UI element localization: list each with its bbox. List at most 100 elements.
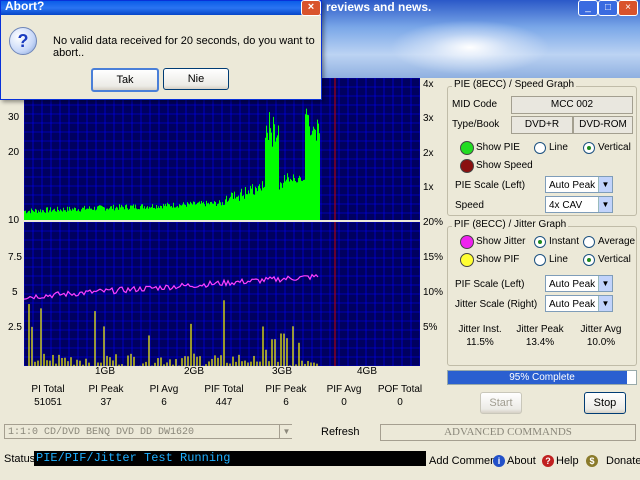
speed-value: 4x CAV bbox=[549, 200, 583, 211]
advanced-commands-select[interactable]: ADVANCED COMMANDS bbox=[380, 424, 636, 441]
speed-select[interactable]: 4x CAV ▼ bbox=[545, 196, 613, 213]
instant-label: Instant bbox=[549, 236, 580, 247]
pie-scale-value: Auto Peak bbox=[549, 180, 596, 191]
progress-text: 95% Complete bbox=[509, 372, 575, 383]
dialog-message: No valid data received for 20 seconds, d… bbox=[53, 35, 315, 59]
banner-title: reviews and news. bbox=[326, 0, 432, 14]
stat-value: 51051 bbox=[34, 397, 62, 408]
pie-vertical-radio[interactable] bbox=[583, 142, 595, 154]
show-jitter-label[interactable]: Show Jitter bbox=[476, 236, 525, 247]
pif-vertical-radio[interactable] bbox=[583, 254, 595, 266]
speed-color-swatch[interactable] bbox=[460, 159, 474, 173]
average-label: Average bbox=[598, 236, 636, 247]
pie-line-radio[interactable] bbox=[534, 142, 546, 154]
pif-y-tick: 5 bbox=[12, 287, 18, 298]
speed-y-tick: 2x bbox=[423, 148, 434, 159]
x-tick: 1GB bbox=[95, 366, 116, 377]
start-button[interactable]: Start bbox=[480, 392, 522, 414]
pif-line-label: Line bbox=[549, 254, 568, 265]
stat-value: 6 bbox=[283, 397, 289, 408]
jitter-inst-value: 11.5% bbox=[466, 337, 494, 348]
pie-y-tick: 20 bbox=[8, 147, 20, 158]
stat-label: POF Total bbox=[377, 384, 423, 395]
speed-label: Speed bbox=[455, 200, 484, 211]
pif-line-radio[interactable] bbox=[534, 254, 546, 266]
close-icon[interactable]: × bbox=[618, 0, 638, 16]
stat-value: 447 bbox=[215, 397, 233, 408]
help-link[interactable]: Help bbox=[556, 455, 579, 467]
stat-value: 6 bbox=[161, 397, 167, 408]
jitter-line bbox=[24, 273, 319, 300]
refresh-button[interactable]: Refresh bbox=[321, 426, 360, 438]
drive-value: 1:1:0 CD/DVD BENQ DVD DD DW1620 bbox=[8, 427, 195, 438]
advanced-value: ADVANCED COMMANDS bbox=[444, 426, 572, 438]
jitter-peak-label: Jitter Peak bbox=[516, 324, 564, 335]
add-comment-link[interactable]: Add Comment bbox=[429, 455, 499, 467]
show-speed-label[interactable]: Show Speed bbox=[476, 160, 533, 171]
show-pif-label[interactable]: Show PIF bbox=[476, 254, 519, 265]
donate-icon[interactable]: $ bbox=[586, 455, 598, 467]
close-icon[interactable]: × bbox=[301, 0, 321, 16]
info-icon[interactable]: i bbox=[493, 455, 505, 467]
mid-code-label: MID Code bbox=[452, 99, 498, 110]
stat-label: PI Avg bbox=[149, 384, 179, 395]
pie-group-title: PIE (8ECC) / Speed Graph bbox=[452, 79, 577, 90]
stat-value: 0 bbox=[341, 397, 347, 408]
chevron-down-icon: ▼ bbox=[598, 296, 612, 311]
abort-dialog: Abort? × ? No valid data received for 20… bbox=[0, 0, 322, 100]
about-link[interactable]: About bbox=[507, 455, 536, 467]
pif-vertical-label: Vertical bbox=[598, 254, 631, 265]
pif-y-tick: 2.5 bbox=[8, 322, 22, 333]
progress-bar: 95% Complete bbox=[447, 370, 637, 385]
x-tick: 2GB bbox=[184, 366, 205, 377]
jitter-inst-label: Jitter Inst. bbox=[458, 324, 502, 335]
show-pie-label[interactable]: Show PIE bbox=[476, 142, 520, 153]
pie-y-tick: 30 bbox=[8, 112, 20, 123]
pif-color-swatch[interactable] bbox=[460, 253, 474, 267]
instant-radio[interactable] bbox=[534, 236, 546, 248]
speed-y-tick: 4x bbox=[423, 79, 434, 90]
pif-graph bbox=[24, 222, 420, 366]
jitter-peak-value: 13.4% bbox=[525, 337, 555, 348]
status-label: Status bbox=[4, 453, 36, 465]
jitter-avg-value: 10.0% bbox=[586, 337, 616, 348]
mid-code-value: MCC 002 bbox=[511, 96, 633, 114]
jitter-scale-select[interactable]: Auto Peak ▼ bbox=[545, 295, 613, 312]
pif-scale-select[interactable]: Auto Peak ▼ bbox=[545, 275, 613, 292]
banner-glow bbox=[390, 20, 550, 75]
chevron-down-icon[interactable]: ▼ bbox=[279, 425, 293, 438]
type-value: DVD+R bbox=[511, 116, 573, 134]
stat-label: PI Peak bbox=[88, 384, 124, 395]
pif-scale-label: PIF Scale (Left) bbox=[455, 279, 525, 290]
jitter-y-tick: 10% bbox=[423, 287, 444, 298]
dialog-titlebar[interactable]: Abort? × bbox=[1, 0, 321, 16]
stat-label: PIF Avg bbox=[326, 384, 362, 395]
jitter-avg-label: Jitter Avg bbox=[580, 324, 622, 335]
chevron-down-icon: ▼ bbox=[598, 276, 612, 291]
pie-y-tick: 10 bbox=[8, 215, 20, 226]
pie-color-swatch[interactable] bbox=[460, 141, 474, 155]
stop-button[interactable]: Stop bbox=[584, 392, 626, 414]
average-radio[interactable] bbox=[583, 236, 595, 248]
jitter-y-tick: 15% bbox=[423, 252, 444, 263]
drive-select[interactable]: 1:1:0 CD/DVD BENQ DVD DD DW1620 bbox=[4, 424, 292, 439]
jitter-y-tick: 5% bbox=[423, 322, 438, 333]
speed-y-tick: 3x bbox=[423, 113, 434, 124]
maximize-icon[interactable]: □ bbox=[598, 0, 618, 16]
jitter-color-swatch[interactable] bbox=[460, 235, 474, 249]
x-tick: 3GB bbox=[272, 366, 293, 377]
help-icon[interactable]: ? bbox=[542, 455, 554, 467]
pif-group-title: PIF (8ECC) / Jitter Graph bbox=[452, 219, 569, 230]
type-book-label: Type/Book bbox=[452, 119, 500, 130]
pie-line-label: Line bbox=[549, 142, 568, 153]
stats-row: PI Total 51051 PI Peak 37 PI Avg 6 PIF Total 44… bbox=[20, 384, 440, 414]
stat-value: 37 bbox=[100, 397, 112, 408]
pie-scale-select[interactable]: Auto Peak ▼ bbox=[545, 176, 613, 193]
chevron-down-icon: ▼ bbox=[598, 177, 612, 192]
status-display: PIE/PIF/Jitter Test Running bbox=[34, 451, 426, 466]
minimize-icon[interactable]: _ bbox=[578, 0, 598, 16]
x-tick: 4GB bbox=[357, 366, 378, 377]
donate-link[interactable]: Donate bbox=[606, 455, 640, 467]
no-button[interactable]: Nie bbox=[163, 68, 229, 90]
yes-button[interactable]: Tak bbox=[91, 68, 159, 92]
